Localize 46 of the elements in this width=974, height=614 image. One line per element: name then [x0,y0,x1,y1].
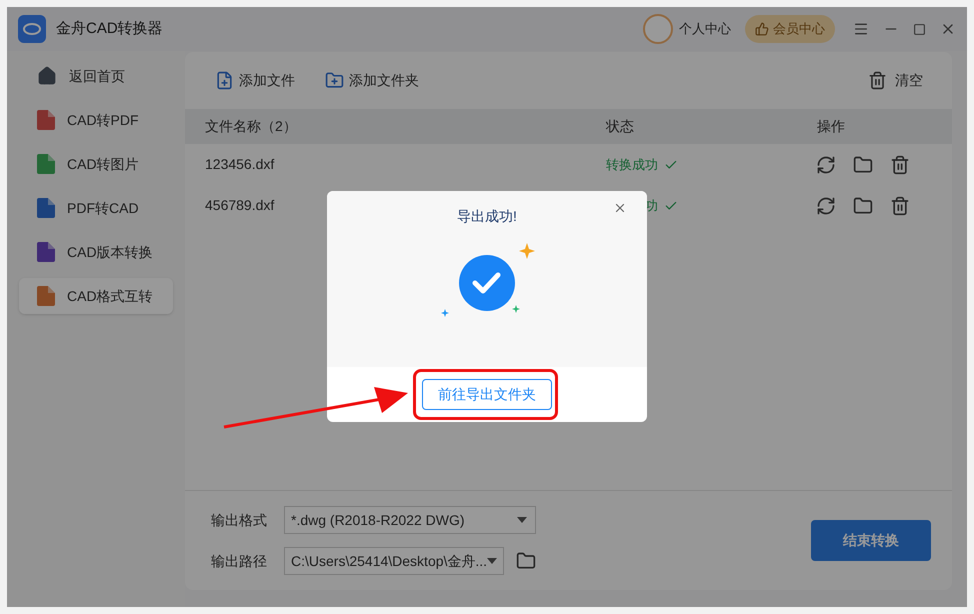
sidebar-item[interactable]: CAD版本转换 [19,234,173,270]
column-header: 状态 [606,117,635,136]
folder-add-icon [325,71,344,90]
file-name-cell-text: 123456.dxf [205,155,276,174]
column-header: 文件名称（2） [205,117,298,136]
thumbs-up-icon [755,22,769,36]
trash-icon [868,71,887,90]
finish-button[interactable]: 结束转换 [811,520,931,561]
maximize-icon[interactable] [913,22,926,36]
dialog-title: 导出成功! [457,207,517,226]
sidebar-item[interactable]: 返回首页 [19,58,173,94]
document-icon [37,242,55,262]
menu-icon[interactable] [853,21,869,37]
document-icon [37,286,55,306]
column-header: 操作 [817,117,845,136]
format-label: 输出格式 [211,510,268,530]
clear-button[interactable]: 清空 [868,70,923,91]
status-text: 转换成功 [606,156,658,174]
vip-button[interactable]: 会员中心 [745,15,835,43]
folder-icon[interactable] [853,154,873,174]
sidebar-item[interactable]: CAD格式互转 [19,278,173,314]
browse-folder-icon[interactable] [516,551,536,571]
reconvert-icon[interactable] [816,196,836,216]
sidebar-item[interactable]: CAD转PDF [19,102,173,138]
folder-icon[interactable] [853,196,873,216]
format-dropdown[interactable]: *.dwg (R2018-R2022 DWG) [284,506,536,534]
home-icon [37,66,57,86]
document-icon [37,154,55,174]
path-dropdown[interactable]: C:\Users\25414\Desktop\金舟... [284,547,504,575]
sidebar-item[interactable]: PDF转CAD [19,190,173,226]
delete-icon[interactable] [890,154,910,174]
add-folder-button[interactable]: 添加文件夹 [325,70,419,91]
add-file-button[interactable]: 添加文件 [215,70,295,91]
open-export-folder-button[interactable]: 前往导出文件夹 [422,379,552,410]
document-icon [37,110,55,130]
delete-icon[interactable] [890,196,910,216]
document-icon [37,198,55,218]
path-label: 输出路径 [211,552,268,570]
avatar-icon [643,14,673,44]
reconvert-icon[interactable] [816,154,836,174]
close-icon[interactable] [613,201,627,215]
file-add-icon [215,71,234,90]
sidebar-item[interactable]: CAD转图片 [19,146,173,182]
app-logo-icon [18,15,46,43]
profile-link[interactable]: 个人中心 [679,19,731,39]
window-title: 金舟CAD转换器 [56,18,163,39]
